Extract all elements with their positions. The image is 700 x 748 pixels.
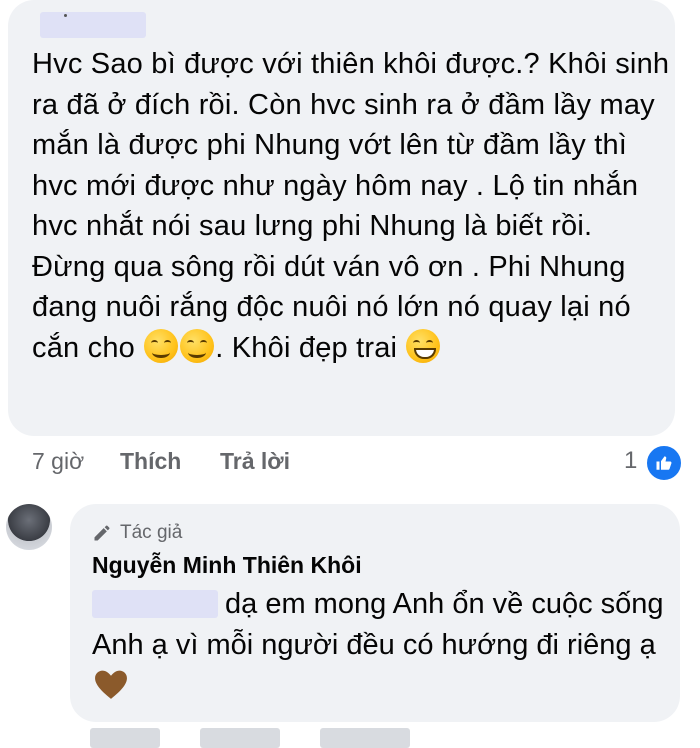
reaction-count[interactable]: 1 — [624, 447, 637, 475]
redaction-dot — [64, 14, 67, 17]
comment-text: Hvc Sao bì được với thiên khôi được.? Kh… — [32, 44, 672, 368]
like-reaction-icon[interactable] — [645, 444, 683, 482]
avatar[interactable] — [6, 504, 52, 550]
comment-body: Hvc Sao bì được với thiên khôi được.? Kh… — [32, 48, 670, 364]
like-button[interactable]: Thích — [120, 448, 220, 475]
smiling-face-icon — [180, 328, 215, 363]
reply-button[interactable]: Trả lời — [220, 448, 290, 475]
brown-heart-icon — [95, 670, 127, 699]
redacted-commenter-name — [40, 12, 146, 38]
reply-text: dạ em mong Anh ổn về cuộc sống Anh ạ vì … — [92, 584, 682, 707]
grinning-face-icon — [406, 328, 441, 363]
comment-actions: 7 giờ Thích Trả lời — [32, 446, 290, 476]
author-badge: Tác giả — [92, 522, 182, 544]
reply-body: dạ em mong Anh ổn về cuộc sống Anh ạ vì … — [92, 588, 664, 661]
cut-off-actions — [90, 728, 410, 748]
reply-author-name[interactable]: Nguyễn Minh Thiên Khôi — [92, 552, 362, 579]
smiling-face-icon — [144, 328, 179, 363]
comment-time[interactable]: 7 giờ — [32, 448, 120, 475]
pencil-icon — [94, 525, 110, 541]
author-badge-label: Tác giả — [120, 522, 183, 543]
comment-body-tail: . Khôi đẹp trai — [215, 331, 398, 364]
